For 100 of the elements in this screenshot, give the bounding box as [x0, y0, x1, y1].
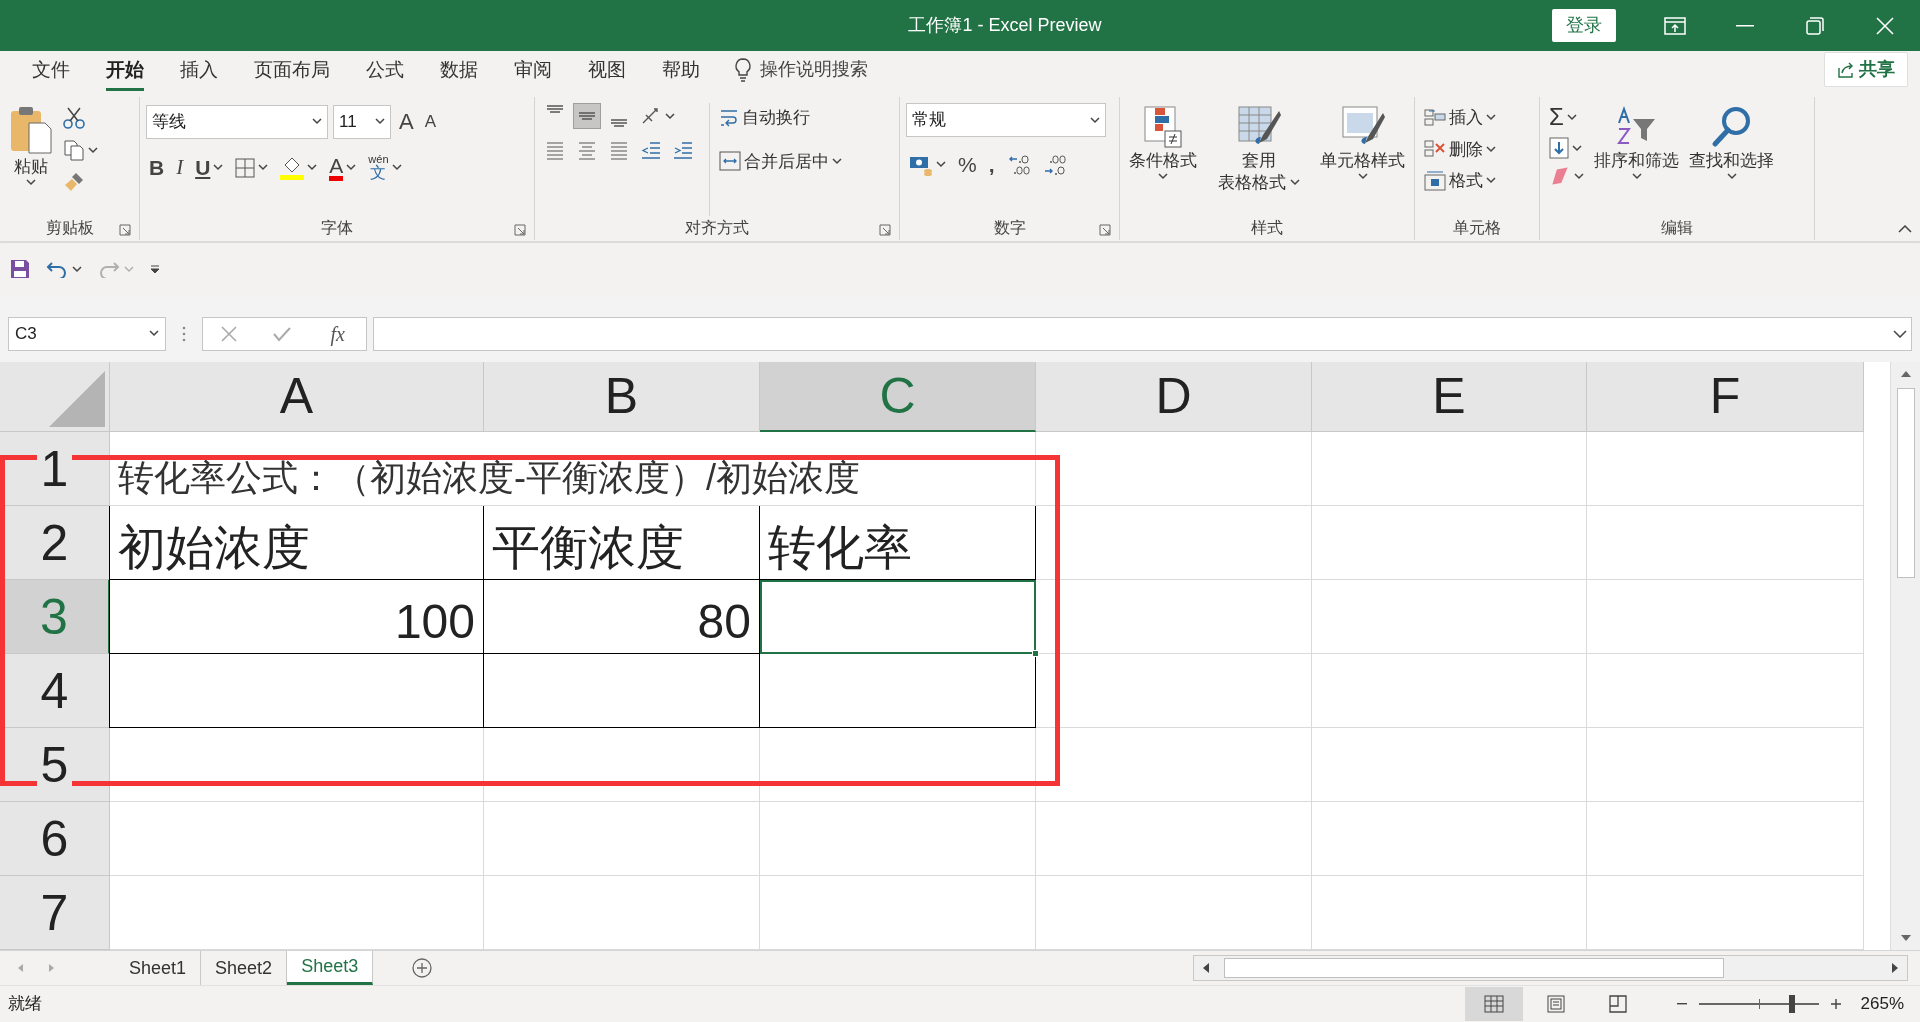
row-header[interactable]: 7: [0, 876, 110, 950]
decrease-font-size-button[interactable]: A: [421, 106, 440, 137]
redo-icon[interactable]: [98, 260, 120, 278]
sheet-cell[interactable]: 转化率: [760, 506, 1036, 580]
ribbon-tab[interactable]: 页面布局: [254, 51, 330, 91]
dialog-launcher-icon[interactable]: [119, 224, 131, 236]
ribbon-tab[interactable]: 插入: [180, 51, 218, 91]
cancel-icon[interactable]: [221, 325, 238, 342]
zoom-slider-thumb[interactable]: [1789, 995, 1796, 1013]
scroll-up-icon[interactable]: [1900, 370, 1912, 378]
delete-cells-icon: [1424, 139, 1446, 160]
column-header[interactable]: C: [760, 362, 1036, 432]
font-name-field[interactable]: 等线: [146, 104, 328, 139]
dialog-launcher-icon[interactable]: [1099, 224, 1111, 236]
scroll-down-icon[interactable]: [1900, 934, 1912, 942]
tell-me-search[interactable]: 操作说明搜索: [760, 56, 868, 83]
previous-sheet-icon[interactable]: [16, 963, 24, 973]
bold-button[interactable]: B: [146, 150, 168, 186]
expand-icon[interactable]: [1893, 329, 1907, 338]
row-header[interactable]: 6: [0, 802, 110, 876]
window-title: 工作簿1 - Excel Preview: [908, 14, 1102, 37]
sheet-cell[interactable]: 平衡浓度: [484, 506, 760, 580]
undo-icon[interactable]: [46, 260, 68, 278]
column-header[interactable]: D: [1036, 362, 1312, 432]
caret-icon: [213, 164, 224, 172]
autosum-button[interactable]: Σ: [1546, 103, 1587, 131]
sheet-cell[interactable]: [110, 654, 484, 728]
caret-icon: [375, 118, 385, 125]
indent-icon: [640, 139, 662, 161]
formula-input[interactable]: [373, 316, 1912, 351]
ribbon-tab[interactable]: 数据: [440, 51, 478, 91]
status-text: 就绪: [8, 993, 42, 1016]
insert-function-button[interactable]: fx: [327, 316, 348, 351]
row-header[interactable]: 1: [0, 432, 110, 506]
ribbon-tab[interactable]: 帮助: [662, 51, 700, 91]
sort-filter-button[interactable]: 排序和筛选: [1591, 103, 1682, 216]
paste-button[interactable]: 粘贴: [6, 103, 56, 216]
sheet-cell[interactable]: 100: [110, 580, 484, 654]
dialog-launcher-icon[interactable]: [879, 224, 891, 236]
sheet-cell[interactable]: 初始浓度: [110, 506, 484, 580]
ribbon-tab[interactable]: 审阅: [514, 51, 552, 91]
scissors-icon: [63, 107, 85, 129]
vertical-align-button[interactable]: [573, 103, 601, 129]
increase-font-size-button[interactable]: A: [396, 103, 417, 140]
conditional-formatting-button[interactable]: 条件格式: [1126, 103, 1200, 216]
scrollbar-thumb[interactable]: [1224, 958, 1724, 978]
save-icon[interactable]: [10, 259, 30, 279]
caret-icon: [72, 265, 82, 273]
underline-button[interactable]: U: [192, 150, 227, 186]
sheet-tab[interactable]: Sheet3: [287, 951, 374, 985]
caret-icon: [312, 118, 322, 125]
ribbon-tab[interactable]: 公式: [366, 51, 404, 91]
merge-center-button[interactable]: 合并后居中: [716, 146, 845, 176]
conditional-format-icon: [1143, 105, 1183, 149]
format-as-table-button[interactable]: 套用 表格格式: [1214, 103, 1303, 216]
sign-in-button[interactable]: 登录: [1552, 9, 1616, 42]
percent-button[interactable]: %: [955, 147, 980, 183]
sheet-cell[interactable]: 80: [484, 580, 760, 654]
insert-cells-button[interactable]: 插入: [1421, 103, 1499, 133]
font-color-button[interactable]: A: [326, 152, 360, 183]
zoom-in-icon[interactable]: [1830, 999, 1841, 1009]
dialog-launcher-icon[interactable]: [514, 224, 526, 236]
column-header[interactable]: B: [484, 362, 760, 432]
find-select-button[interactable]: 查找和选择: [1686, 103, 1777, 216]
customize-toolbar-icon[interactable]: [150, 265, 160, 273]
font-size-field[interactable]: 11: [333, 104, 391, 139]
column-header[interactable]: A: [110, 362, 484, 432]
horizontal-scrollbar[interactable]: [1193, 955, 1908, 981]
enter-icon[interactable]: [273, 325, 292, 342]
sheet-cell[interactable]: 转化率公式：（初始浓度-平衡浓度）/初始浓度: [110, 432, 1036, 506]
normal-view-button[interactable]: [1464, 987, 1523, 1021]
name-box[interactable]: C3: [8, 316, 166, 351]
number-format-field[interactable]: 常规: [906, 103, 1106, 137]
scroll-left-icon[interactable]: [1202, 962, 1210, 974]
ribbon-tab[interactable]: 视图: [588, 51, 626, 91]
next-sheet-icon[interactable]: [48, 963, 56, 973]
scrollbar-thumb[interactable]: [1897, 388, 1915, 578]
format-cells-button[interactable]: 格式: [1421, 166, 1499, 196]
delete-cells-button[interactable]: 删除: [1421, 134, 1499, 164]
share-button[interactable]: 共享: [1824, 52, 1908, 87]
ribbon-tab[interactable]: 文件: [32, 51, 70, 91]
phonetic-guide-button[interactable]: wén 文: [365, 152, 405, 184]
scroll-right-icon[interactable]: [1891, 962, 1899, 974]
column-header[interactable]: E: [1312, 362, 1587, 432]
sheet-cell[interactable]: [760, 654, 1036, 728]
collapse-ribbon-icon[interactable]: [1898, 225, 1912, 233]
sheet-cell[interactable]: [760, 580, 1036, 654]
row-header[interactable]: 5: [0, 728, 110, 802]
cell-styles-button[interactable]: 单元格样式: [1317, 103, 1408, 216]
vertical-scrollbar[interactable]: [1890, 362, 1920, 950]
italic-button[interactable]: I: [173, 150, 187, 186]
zoom-level[interactable]: 265%: [1860, 991, 1904, 1017]
fill-handle[interactable]: [1032, 650, 1039, 657]
wrap-text-button[interactable]: 自动换行: [716, 103, 845, 133]
caret-icon: [1158, 172, 1168, 180]
comma-style-button[interactable]: ,: [985, 147, 998, 183]
select-all-icon[interactable]: [49, 371, 105, 427]
caret-icon: [1566, 113, 1577, 121]
column-header[interactable]: F: [1587, 362, 1864, 432]
new-sheet-icon[interactable]: [411, 957, 434, 979]
